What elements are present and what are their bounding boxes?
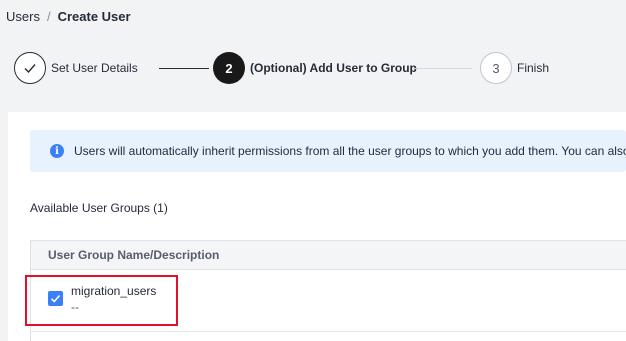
- group-name: migration_users: [71, 284, 157, 298]
- check-icon: [50, 294, 61, 303]
- stepper: Set User Details 2 (Optional) Add User t…: [14, 52, 626, 84]
- checkmark-icon: [24, 64, 36, 74]
- step-label: (Optional) Add User to Group: [250, 61, 417, 75]
- step-label: Finish: [517, 61, 550, 75]
- available-groups-title: Available User Groups (1): [30, 201, 168, 215]
- step-number: 3: [480, 52, 512, 84]
- group-checkbox[interactable]: [48, 291, 63, 306]
- step-connector: [412, 68, 472, 69]
- step-completed-indicator: [14, 52, 46, 84]
- info-text: Users will automatically inherit permiss…: [74, 144, 626, 158]
- user-groups-table: User Group Name/Description migration_us…: [30, 240, 626, 341]
- breadcrumb: Users / Create User: [6, 9, 131, 24]
- step-set-user-details: Set User Details: [14, 52, 138, 84]
- breadcrumb-separator: /: [46, 9, 51, 24]
- step-number: 2: [213, 52, 245, 84]
- content-panel: i Users will automatically inherit permi…: [8, 112, 626, 341]
- group-description: --: [71, 300, 79, 314]
- step-finish: 3 Finish: [480, 52, 549, 84]
- info-icon: i: [50, 144, 64, 158]
- table-row[interactable]: migration_users --: [31, 270, 626, 332]
- breadcrumb-users-link[interactable]: Users: [6, 9, 40, 24]
- step-label: Set User Details: [51, 61, 138, 75]
- column-header-group-name[interactable]: User Group Name/Description: [31, 241, 626, 270]
- step-connector: [159, 68, 209, 69]
- step-add-user-to-group: 2 (Optional) Add User to Group: [213, 52, 417, 84]
- info-banner: i Users will automatically inherit permi…: [30, 130, 626, 172]
- breadcrumb-current: Create User: [57, 9, 131, 24]
